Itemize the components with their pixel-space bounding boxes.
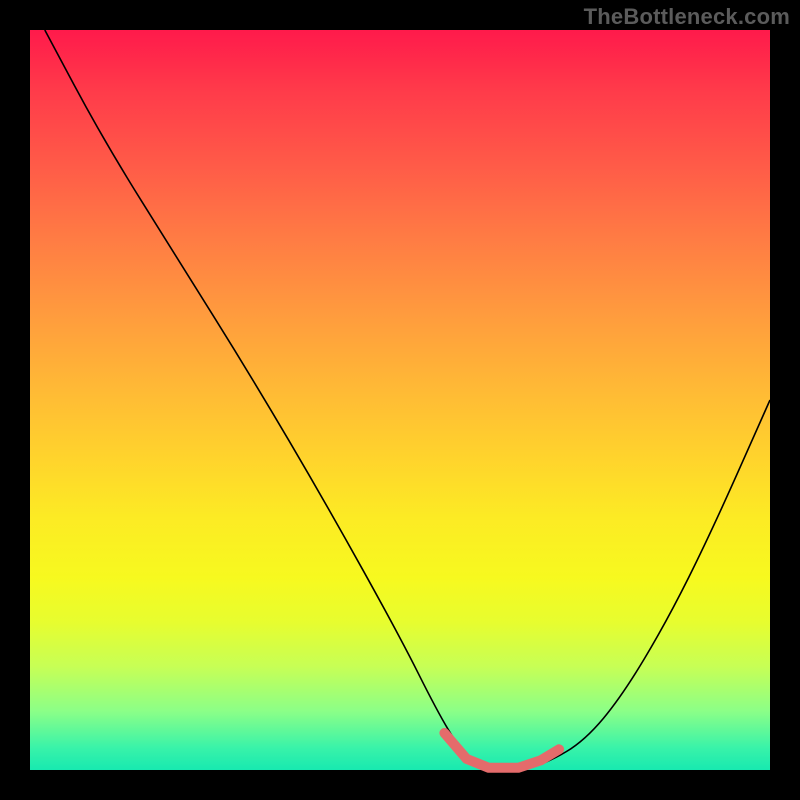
plot-area (30, 30, 770, 770)
bottleneck-curve (45, 30, 770, 770)
optimal-region-highlight (444, 733, 559, 768)
curve-layer (30, 30, 770, 770)
watermark-label: TheBottleneck.com (584, 4, 790, 30)
chart-stage: TheBottleneck.com (0, 0, 800, 800)
